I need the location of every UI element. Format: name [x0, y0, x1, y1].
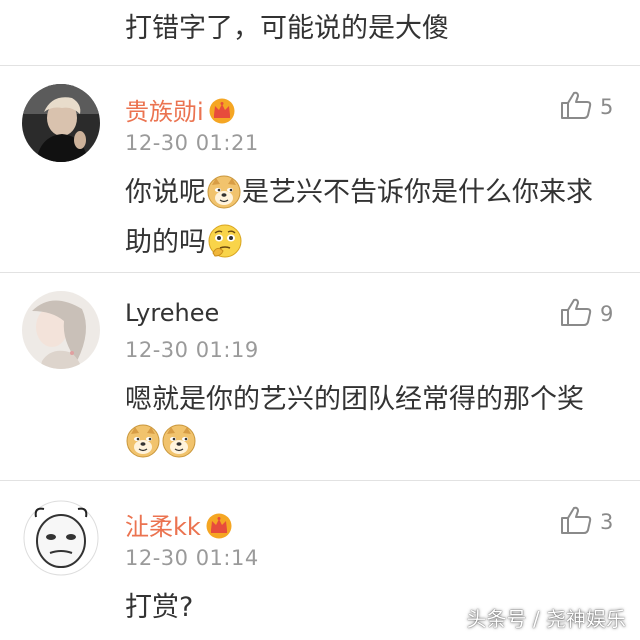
- like-count: 9: [600, 302, 614, 326]
- thumbs-up-icon: [560, 90, 592, 124]
- like-button[interactable]: 9: [560, 297, 613, 331]
- crown-icon: [208, 98, 236, 130]
- like-button[interactable]: 3: [560, 505, 613, 539]
- doge-emoji: [207, 175, 241, 222]
- username[interactable]: 沚柔kk: [125, 507, 233, 545]
- thumbs-up-icon: [560, 505, 592, 539]
- previous-comment-text: 打错字了，可能说的是大傻: [125, 13, 449, 44]
- comment-list-screen: 打错字了，可能说的是大傻 贵族勋i 12-30 01:21 5 你说呢 是艺兴不…: [0, 0, 640, 640]
- comment-item: Lyrehee 12-30 01:19 9 嗯就是你的艺兴的团队经常得的那个奖: [0, 273, 640, 479]
- doge-emoji: [162, 424, 196, 471]
- doge-emoji: [126, 424, 160, 471]
- username[interactable]: 贵族勋i: [125, 92, 236, 130]
- thumbs-up-icon: [560, 297, 592, 331]
- timestamp: 12-30 01:14: [125, 546, 259, 570]
- comment-text: 嗯就是你的艺兴的团队经常得的那个奖: [125, 379, 615, 471]
- avatar[interactable]: [22, 291, 100, 369]
- avatar[interactable]: [22, 84, 100, 162]
- comment-text: 你说呢 是艺兴不告诉你是什么你来求助的吗: [125, 172, 615, 272]
- timestamp: 12-30 01:21: [125, 131, 259, 155]
- watermark: 头条号 / 尧神娱乐: [466, 607, 626, 631]
- like-count: 3: [600, 510, 614, 534]
- username[interactable]: Lyrehee: [125, 299, 219, 327]
- like-button[interactable]: 5: [560, 90, 613, 124]
- timestamp: 12-30 01:19: [125, 338, 259, 362]
- thinking-emoji: [207, 223, 243, 272]
- avatar[interactable]: [22, 499, 100, 577]
- like-count: 5: [600, 95, 614, 119]
- crown-icon: [205, 513, 233, 545]
- comment-item: 贵族勋i 12-30 01:21 5 你说呢 是艺兴不告诉你是什么你来求助的吗: [0, 66, 640, 272]
